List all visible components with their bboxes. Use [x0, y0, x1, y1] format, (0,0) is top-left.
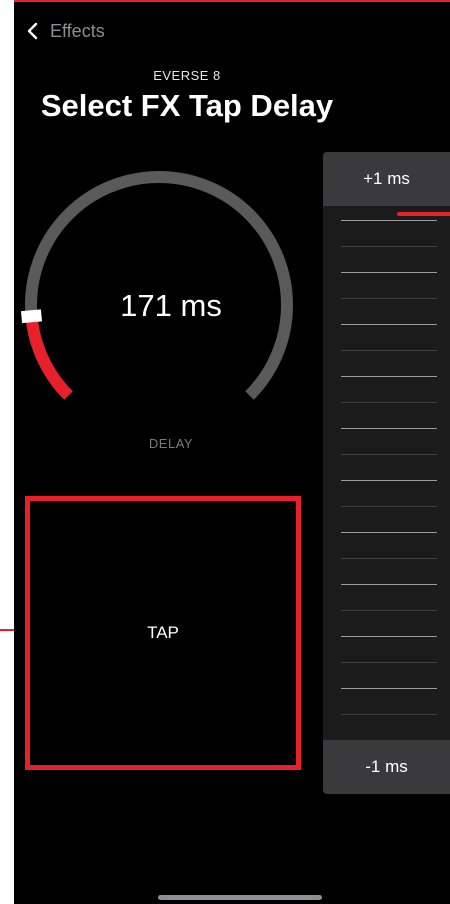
ruler-tick	[341, 480, 437, 481]
ruler-tick	[341, 688, 437, 689]
ruler-tick	[341, 714, 437, 715]
dial-fill	[25, 315, 73, 400]
ruler-tick	[341, 324, 437, 325]
back-button[interactable]: Effects	[26, 18, 105, 44]
ruler-tick	[341, 532, 437, 533]
ruler-tick	[341, 402, 437, 403]
page-title: Select FX Tap Delay	[40, 88, 334, 123]
tap-label: TAP	[147, 623, 179, 642]
ruler-tick	[341, 506, 437, 507]
fine-tune-ruler[interactable]: +1 ms -1 ms	[323, 152, 450, 794]
ruler-tick	[341, 246, 437, 247]
increment-button[interactable]: +1 ms	[323, 152, 450, 206]
ruler-tick	[341, 376, 437, 377]
ruler-tick	[341, 298, 437, 299]
top-accent-line	[14, 0, 450, 2]
side-marker	[0, 629, 14, 631]
dial-track	[25, 171, 293, 400]
ruler-tick	[341, 272, 437, 273]
delay-label: DELAY	[148, 436, 194, 451]
ruler-tick	[341, 662, 437, 663]
back-label: Effects	[50, 20, 105, 41]
decrement-button[interactable]: -1 ms	[323, 740, 450, 794]
delay-value: 171 ms	[120, 288, 222, 323]
ruler-position-marker	[397, 212, 450, 216]
ruler-tick	[341, 584, 437, 585]
device-name: EVERSE 8	[153, 68, 221, 83]
ruler-tick	[341, 636, 437, 637]
ruler-tick	[341, 350, 437, 351]
tap-button[interactable]: TAP	[25, 496, 301, 770]
dial-handle[interactable]	[21, 309, 42, 324]
ruler-tick	[341, 610, 437, 611]
home-indicator	[158, 895, 322, 900]
ruler-tick	[341, 558, 437, 559]
ruler-tick	[341, 428, 437, 429]
chevron-left-icon	[26, 22, 38, 40]
ruler-tick	[341, 454, 437, 455]
ruler-tick	[341, 220, 437, 221]
screen: Effects EVERSE 8 Select FX Tap Delay 171…	[14, 0, 450, 904]
